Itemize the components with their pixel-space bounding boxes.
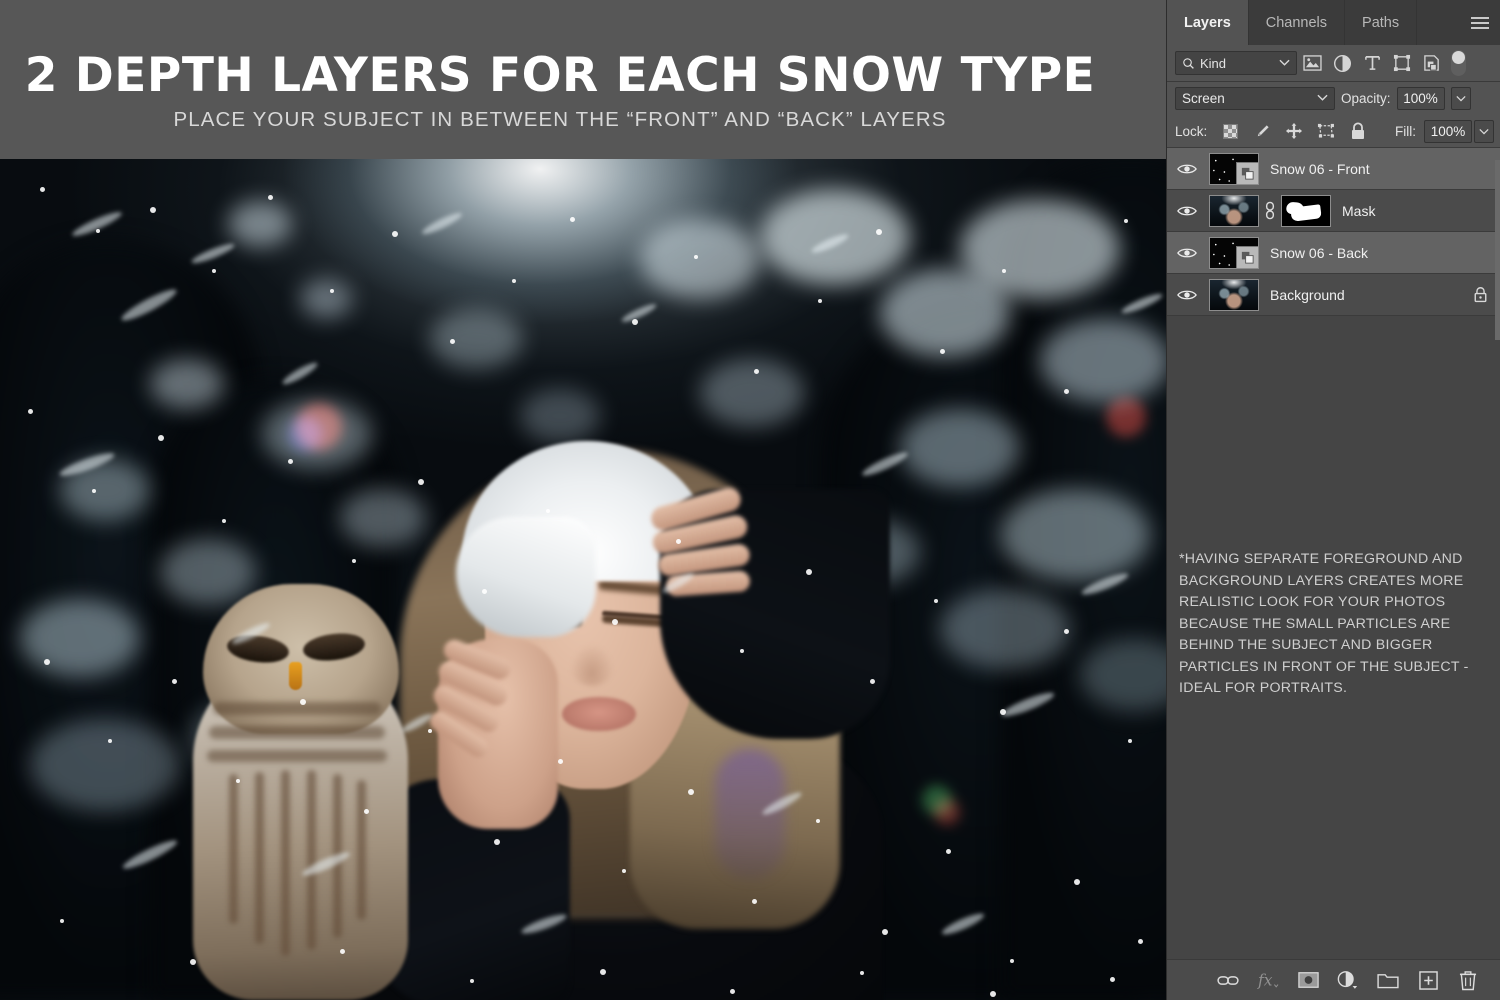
- layer-row-background[interactable]: Background: [1167, 274, 1500, 316]
- layer-thumbnail[interactable]: [1209, 279, 1259, 311]
- fill-label: Fill:: [1395, 124, 1416, 139]
- layer-name-label: Snow 06 - Back: [1270, 245, 1500, 261]
- filter-shape-layers-icon[interactable]: [1387, 50, 1417, 76]
- tab-channels-label: Channels: [1266, 15, 1327, 31]
- layer-thumbnail[interactable]: [1209, 237, 1259, 269]
- filter-enable-toggle[interactable]: [1451, 50, 1466, 76]
- opacity-input[interactable]: 100%: [1397, 87, 1445, 110]
- snow-back-particles: [0, 159, 1166, 1000]
- delete-layer-icon[interactable]: [1451, 965, 1485, 995]
- lock-position-icon[interactable]: [1279, 118, 1309, 144]
- eye-icon: [1177, 246, 1197, 260]
- lock-image-pixels-icon[interactable]: [1247, 118, 1277, 144]
- screenshot-root: 2 DEPTH LAYERS FOR EACH SNOW TYPE PLACE …: [0, 0, 1500, 1000]
- new-adjustment-layer-icon[interactable]: [1331, 965, 1365, 995]
- new-group-icon[interactable]: [1371, 965, 1405, 995]
- layer-name-label: Mask: [1342, 203, 1500, 219]
- tab-channels[interactable]: Channels: [1249, 0, 1345, 45]
- layer-list: Snow 06 - Front: [1167, 148, 1500, 316]
- explanatory-note: *HAVING SEPARATE FOREGROUND AND BACKGROU…: [1179, 549, 1485, 700]
- tab-bar-spacer: [1417, 0, 1460, 45]
- layer-filter-row: Kind: [1167, 45, 1500, 82]
- hamburger-menu-icon[interactable]: [1460, 0, 1500, 45]
- lock-row: Lock:: [1167, 115, 1500, 148]
- blend-mode-row: Screen Opacity: 100%: [1167, 82, 1500, 115]
- chevron-down-icon[interactable]: [1317, 93, 1328, 102]
- banner-title: 2 DEPTH LAYERS FOR EACH SNOW TYPE: [0, 48, 1120, 103]
- lock-label: Lock:: [1175, 124, 1207, 139]
- panel-tab-bar: Layers Channels Paths: [1167, 0, 1500, 45]
- layer-name-label: Background: [1270, 287, 1473, 303]
- smart-object-badge: [1236, 162, 1258, 184]
- lock-artboard-nesting-icon[interactable]: [1311, 118, 1341, 144]
- lock-all-icon[interactable]: [1343, 118, 1373, 144]
- tab-paths-label: Paths: [1362, 15, 1399, 31]
- opacity-label: Opacity:: [1341, 91, 1391, 106]
- fill-input[interactable]: 100%: [1424, 120, 1472, 143]
- layer-thumbnail[interactable]: [1209, 195, 1259, 227]
- search-icon: [1182, 57, 1195, 70]
- promo-banner: 2 DEPTH LAYERS FOR EACH SNOW TYPE PLACE …: [0, 0, 1166, 159]
- add-layer-mask-icon[interactable]: [1291, 965, 1325, 995]
- promo-area: 2 DEPTH LAYERS FOR EACH SNOW TYPE PLACE …: [0, 0, 1166, 1000]
- blend-mode-select[interactable]: Screen: [1175, 87, 1335, 110]
- opacity-stepper[interactable]: [1451, 87, 1471, 110]
- filter-adjustment-layers-icon[interactable]: [1327, 50, 1357, 76]
- chevron-down-icon: [1479, 128, 1489, 135]
- tab-layers-label: Layers: [1184, 15, 1231, 31]
- tab-layers[interactable]: Layers: [1167, 0, 1249, 45]
- eye-icon: [1177, 288, 1197, 302]
- new-layer-icon[interactable]: [1411, 965, 1445, 995]
- layer-visibility-toggle[interactable]: [1167, 246, 1207, 260]
- layer-style-fx-icon[interactable]: fx: [1251, 965, 1285, 995]
- layer-visibility-toggle[interactable]: [1167, 288, 1207, 302]
- lock-transparent-pixels-icon[interactable]: [1215, 118, 1245, 144]
- layer-row-mask[interactable]: Mask: [1167, 190, 1500, 232]
- opacity-value: 100%: [1403, 91, 1438, 106]
- link-layers-icon[interactable]: [1211, 965, 1245, 995]
- eye-icon: [1177, 204, 1197, 218]
- layer-thumbnail[interactable]: [1209, 153, 1259, 185]
- layer-name-label: Snow 06 - Front: [1270, 161, 1500, 177]
- eye-icon: [1177, 162, 1197, 176]
- fill-stepper[interactable]: [1474, 120, 1494, 143]
- filter-kind-select[interactable]: Kind: [1175, 51, 1297, 75]
- layer-row-snow-06-back[interactable]: Snow 06 - Back: [1167, 232, 1500, 274]
- layers-bottom-toolbar: fx: [1167, 959, 1500, 1000]
- chevron-down-icon[interactable]: [1279, 58, 1290, 67]
- blend-mode-value: Screen: [1182, 91, 1225, 106]
- filter-type-layers-icon[interactable]: [1357, 50, 1387, 76]
- smart-object-badge: [1236, 246, 1258, 268]
- filter-kind-label: Kind: [1200, 56, 1226, 71]
- layer-visibility-toggle[interactable]: [1167, 162, 1207, 176]
- photo-canvas: [0, 159, 1166, 1000]
- layer-mask-thumbnail[interactable]: [1281, 195, 1331, 227]
- filter-smart-object-icon[interactable]: [1417, 50, 1447, 76]
- layer-visibility-toggle[interactable]: [1167, 204, 1207, 218]
- banner-subtitle: PLACE YOUR SUBJECT IN BETWEEN THE “FRONT…: [0, 108, 1120, 132]
- fill-value: 100%: [1431, 124, 1466, 139]
- chevron-down-icon: [1456, 95, 1466, 102]
- panel-scrollbar[interactable]: [1495, 160, 1500, 340]
- lock-icon: [1473, 286, 1488, 303]
- layers-panel: Layers Channels Paths Kind: [1166, 0, 1500, 1000]
- tab-paths[interactable]: Paths: [1345, 0, 1417, 45]
- link-icon[interactable]: [1259, 201, 1281, 220]
- layer-row-snow-06-front[interactable]: Snow 06 - Front: [1167, 148, 1500, 190]
- filter-pixel-layers-icon[interactable]: [1297, 50, 1327, 76]
- svg-text:fx: fx: [1257, 971, 1273, 989]
